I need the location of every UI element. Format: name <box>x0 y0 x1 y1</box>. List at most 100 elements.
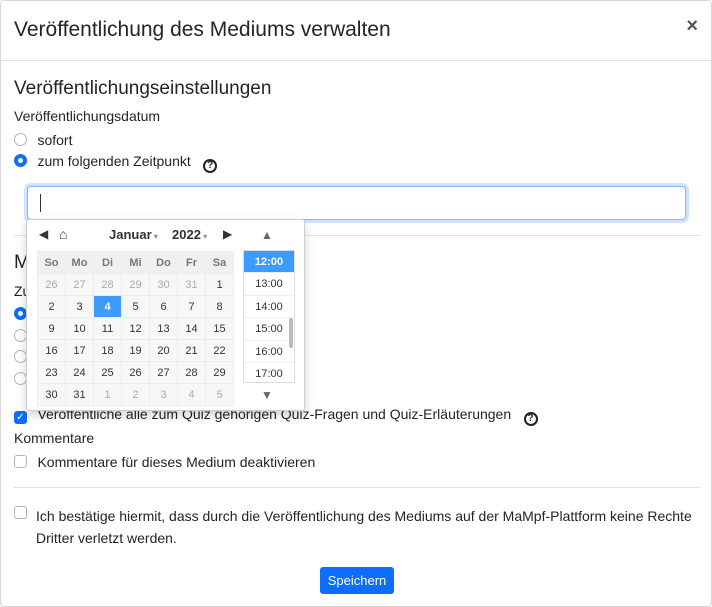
publish-date-label: Veröffentlichungsdatum <box>14 108 161 124</box>
day-cell[interactable]: 4 <box>177 383 206 406</box>
prev-month-icon[interactable]: ◀ <box>39 227 48 241</box>
day-cell[interactable]: 5 <box>205 383 234 406</box>
day-cell[interactable]: 22 <box>205 339 234 362</box>
day-cell[interactable]: 26 <box>121 361 150 384</box>
day-cell[interactable]: 10 <box>65 317 94 340</box>
confirm-checkbox-input[interactable] <box>14 506 27 519</box>
info-icon[interactable]: ? <box>203 159 218 173</box>
text-caret <box>40 194 41 212</box>
weekday-label: Sa <box>205 251 234 274</box>
week-row: 16 17 18 19 20 21 22 <box>37 339 234 362</box>
month-select[interactable]: Januar ▾ <box>109 227 158 242</box>
day-cell[interactable]: 19 <box>121 339 150 362</box>
day-cell[interactable]: 26 <box>37 273 66 296</box>
day-cell[interactable]: 31 <box>65 383 94 406</box>
day-cell[interactable]: 8 <box>205 295 234 318</box>
radio-immediately-label: sofort <box>37 132 73 148</box>
day-cell[interactable]: 2 <box>121 383 150 406</box>
day-cell[interactable]: 31 <box>177 273 206 296</box>
year-label: 2022 <box>172 227 201 242</box>
day-cell[interactable]: 7 <box>177 295 206 318</box>
radio-scheduled[interactable]: zum folgenden Zeitpunkt ? <box>14 153 218 173</box>
quiz-publish-checkbox-input[interactable]: ✓ <box>14 411 27 424</box>
publish-date-input[interactable] <box>27 186 686 220</box>
day-cell[interactable]: 24 <box>65 361 94 384</box>
week-row: 30 31 1 2 3 4 5 <box>37 383 234 406</box>
radio-scheduled-label: zum folgenden Zeitpunkt <box>37 153 191 169</box>
week-row: 23 24 25 26 27 28 29 <box>37 361 234 384</box>
comments-checkbox[interactable]: Kommentare für dieses Medium deaktiviere… <box>14 454 315 473</box>
day-cell[interactable]: 12 <box>121 317 150 340</box>
time-option[interactable]: 16:00 <box>244 341 294 363</box>
save-button[interactable]: Speichern <box>320 567 394 594</box>
radio-immediately[interactable]: sofort <box>14 132 72 151</box>
close-button[interactable]: × <box>686 15 698 38</box>
weekday-label: So <box>37 251 66 274</box>
next-month-icon[interactable]: ▶ <box>223 227 232 241</box>
time-down-icon[interactable]: ▼ <box>261 388 273 402</box>
day-cell[interactable]: 23 <box>37 361 66 384</box>
day-cell[interactable]: 2 <box>37 295 66 318</box>
day-cell[interactable]: 6 <box>149 295 178 318</box>
calendar-grid: So Mo Di Mi Do Fr Sa 26 27 28 29 30 31 1… <box>37 251 234 406</box>
day-cell[interactable]: 28 <box>177 361 206 384</box>
day-cell[interactable]: 20 <box>149 339 178 362</box>
month-dropdown-icon: ▾ <box>151 232 158 241</box>
day-cell[interactable]: 30 <box>149 273 178 296</box>
day-cell[interactable]: 27 <box>149 361 178 384</box>
day-cell[interactable]: 27 <box>65 273 94 296</box>
comments-checkbox-label: Kommentare für dieses Medium deaktiviere… <box>37 454 316 470</box>
comments-label: Kommentare <box>14 430 95 446</box>
day-cell[interactable]: 25 <box>93 361 122 384</box>
time-option-selected[interactable]: 12:00 <box>244 251 294 274</box>
modal-title: Veröffentlichung des Mediums verwalten <box>14 18 391 41</box>
datetime-picker: ◀ ⌂ Januar ▾ 2022 ▾ ▶ So Mo Di Mi Do Fr … <box>26 219 305 411</box>
time-option[interactable]: 14:00 <box>244 296 294 319</box>
weekday-label: Fr <box>177 251 206 274</box>
home-icon[interactable]: ⌂ <box>59 226 67 242</box>
section-title-settings: Veröffentlichungseinstellungen <box>14 78 272 99</box>
comments-checkbox-input[interactable] <box>14 455 27 468</box>
divider-2 <box>14 487 700 488</box>
day-cell[interactable]: 21 <box>177 339 206 362</box>
day-cell-selected[interactable]: 4 <box>93 295 122 318</box>
weekday-row: So Mo Di Mi Do Fr Sa <box>37 251 234 274</box>
time-option[interactable]: 17:00 <box>244 363 294 382</box>
day-cell[interactable]: 17 <box>65 339 94 362</box>
day-cell[interactable]: 29 <box>121 273 150 296</box>
year-select[interactable]: 2022 ▾ <box>172 227 207 242</box>
time-option[interactable]: 13:00 <box>244 273 294 296</box>
weekday-label: Mo <box>65 251 94 274</box>
day-cell[interactable]: 13 <box>149 317 178 340</box>
day-cell[interactable]: 15 <box>205 317 234 340</box>
week-row: 2 3 4 5 6 7 8 <box>37 295 234 318</box>
radio-scheduled-input[interactable] <box>14 154 27 167</box>
quiz-info-icon[interactable]: ? <box>523 412 538 426</box>
year-dropdown-icon: ▾ <box>200 232 208 241</box>
radio-immediately-input[interactable] <box>14 133 27 146</box>
day-cell[interactable]: 29 <box>205 361 234 384</box>
day-cell[interactable]: 14 <box>177 317 206 340</box>
day-cell[interactable]: 11 <box>93 317 122 340</box>
time-scrollbar[interactable] <box>289 318 293 348</box>
day-cell[interactable]: 16 <box>37 339 66 362</box>
month-label: Januar <box>109 227 152 242</box>
day-cell[interactable]: 30 <box>37 383 66 406</box>
week-row: 9 10 11 12 13 14 15 <box>37 317 234 340</box>
day-cell[interactable]: 28 <box>93 273 122 296</box>
day-cell[interactable]: 1 <box>205 273 234 296</box>
weekday-label: Di <box>93 251 122 274</box>
week-row: 26 27 28 29 30 31 1 <box>37 273 234 296</box>
day-cell[interactable]: 18 <box>93 339 122 362</box>
time-up-icon[interactable]: ▲ <box>261 228 273 242</box>
day-cell[interactable]: 9 <box>37 317 66 340</box>
day-cell[interactable]: 3 <box>149 383 178 406</box>
day-cell[interactable]: 1 <box>93 383 122 406</box>
day-cell[interactable]: 3 <box>65 295 94 318</box>
time-option[interactable]: 15:00 <box>244 318 294 341</box>
day-cell[interactable]: 5 <box>121 295 150 318</box>
confirm-text: Ich bestätige hiermit, dass durch die Ve… <box>36 508 692 546</box>
weekday-label: Do <box>149 251 178 274</box>
time-list: 12:00 13:00 14:00 15:00 16:00 17:00 <box>243 250 295 383</box>
modal-header: Veröffentlichung des Mediums verwalten × <box>1 1 711 61</box>
